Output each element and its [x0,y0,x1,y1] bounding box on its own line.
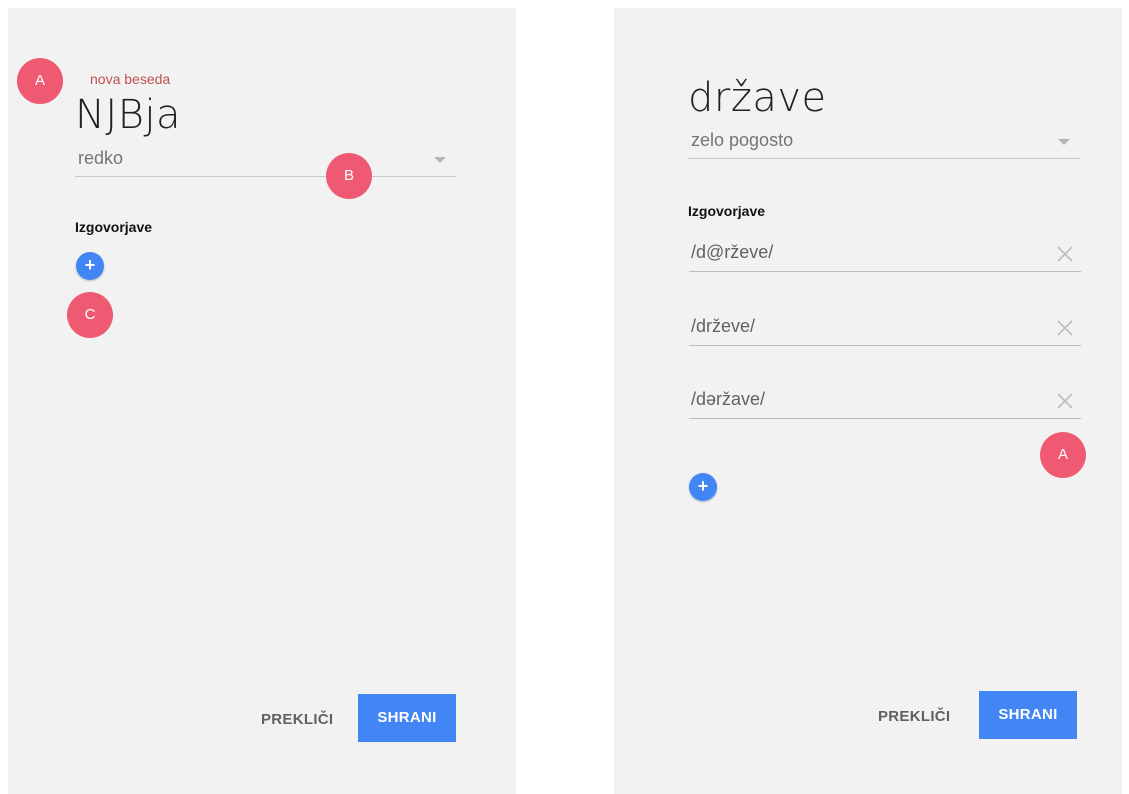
close-icon[interactable] [1055,244,1075,264]
pronunciation-value: /d@rževe/ [691,242,774,262]
pronunciations-heading: Izgovorjave [688,203,766,219]
pronunciation-field[interactable]: /d@rževe/ [689,237,1081,272]
close-icon[interactable] [1055,318,1075,338]
cancel-button[interactable]: PREKLIČI [261,711,333,728]
frequency-select-value: zelo pogosto [691,130,794,150]
pronunciation-value: /dəržave/ [691,389,766,409]
chevron-down-icon [1058,139,1070,145]
cancel-button[interactable]: PREKLIČI [878,708,950,725]
plus-icon: + [697,476,709,496]
new-word-label: nova beseda [90,71,171,87]
frequency-select[interactable]: zelo pogosto [688,128,1080,159]
word-title[interactable]: države [688,75,827,121]
close-icon[interactable] [1055,391,1075,411]
save-button[interactable]: SHRANI [979,691,1077,739]
annotation-marker-b: B [326,153,372,199]
left-dialog-panel: nova beseda NJBja redko Izgovorjave + PR… [8,8,516,794]
frequency-select[interactable]: redko [75,146,456,177]
plus-icon: + [84,255,96,275]
annotation-marker-c: C [67,292,113,338]
annotation-marker-a: A [17,58,63,104]
right-dialog-panel: države zelo pogosto Izgovorjave /d@rževe… [614,8,1122,794]
add-pronunciation-button[interactable]: + [76,252,104,280]
pronunciation-field[interactable]: /drževe/ [689,311,1081,346]
pronunciation-field[interactable]: /dəržave/ [689,384,1081,419]
chevron-down-icon [434,157,446,163]
word-title[interactable]: NJBja [75,92,181,138]
pronunciations-heading: Izgovorjave [75,219,153,235]
add-pronunciation-button[interactable]: + [689,473,717,501]
pronunciation-value: /drževe/ [691,316,756,336]
frequency-select-value: redko [78,148,124,168]
annotation-marker-a: A [1040,432,1086,478]
save-button[interactable]: SHRANI [358,694,456,742]
